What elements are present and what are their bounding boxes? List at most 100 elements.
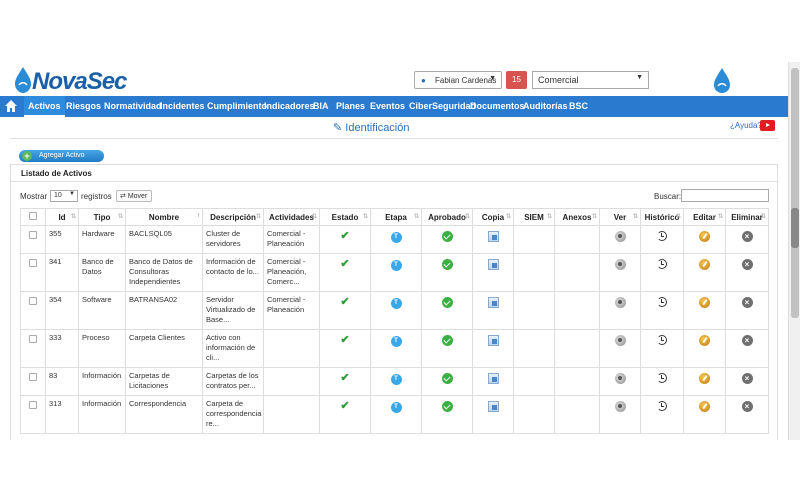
delete-icon[interactable]: × xyxy=(741,401,753,412)
history-icon[interactable] xyxy=(657,259,667,269)
check-icon: ✔ xyxy=(340,334,350,346)
etapa-icon[interactable]: T xyxy=(390,374,402,385)
header-ver[interactable]: Ver ⇅ xyxy=(599,208,641,226)
header-estado[interactable]: Estado ⇅ xyxy=(319,208,371,226)
nav-planes[interactable]: Planes xyxy=(332,96,369,117)
copy-icon[interactable] xyxy=(487,335,499,346)
sort-icon: ⇅ xyxy=(311,214,317,220)
check-icon: ✔ xyxy=(340,296,350,308)
youtube-icon[interactable] xyxy=(760,120,775,131)
chevron-down-icon: ▼ xyxy=(489,75,496,82)
view-icon[interactable] xyxy=(614,401,626,412)
header-etapa[interactable]: Etapa ⇅ xyxy=(370,208,422,226)
row-checkbox[interactable] xyxy=(29,401,37,409)
nav-eventos[interactable]: Eventos xyxy=(366,96,409,117)
company-select[interactable]: Comercial ▼ xyxy=(532,71,649,89)
table-row: 333 Proceso Carpeta Clientes Activo con inf… xyxy=(20,329,769,368)
page-scrollbar[interactable] xyxy=(788,62,800,440)
view-icon[interactable] xyxy=(614,297,626,308)
nav-riesgos[interactable]: Riesgos xyxy=(62,96,105,117)
header-nombre[interactable]: Nombre ↑ xyxy=(125,208,203,226)
cell-etapa: T xyxy=(370,329,422,368)
user-dropdown[interactable]: ● Fabian Cardenas ▼ xyxy=(414,71,502,89)
move-button[interactable]: ⇄ Mover xyxy=(116,190,152,202)
cell-siem xyxy=(513,225,555,254)
header-copia[interactable]: Copia ⇅ xyxy=(472,208,514,226)
nav-activos[interactable]: Activos xyxy=(24,96,65,117)
view-icon[interactable] xyxy=(614,231,626,242)
nav-auditorias[interactable]: Auditorías xyxy=(519,96,572,117)
delete-icon[interactable]: × xyxy=(741,259,753,270)
header-anexos[interactable]: Anexos ⇅ xyxy=(554,208,600,226)
row-checkbox[interactable] xyxy=(29,373,37,381)
header-editar[interactable]: Editar ⇅ xyxy=(683,208,726,226)
cell-descripcion: Cluster de servidores xyxy=(202,225,264,254)
scrollbar-thumb[interactable] xyxy=(791,208,799,248)
add-asset-button[interactable]: + Agregar Activo xyxy=(19,150,104,162)
history-icon[interactable] xyxy=(657,231,667,241)
edit-icon[interactable] xyxy=(699,297,710,308)
row-checkbox[interactable] xyxy=(29,231,37,239)
copy-icon[interactable] xyxy=(487,297,499,308)
cell-editar xyxy=(683,225,726,254)
cell-nombre: Correspondencia xyxy=(125,395,203,434)
etapa-icon[interactable]: T xyxy=(390,402,402,413)
history-icon[interactable] xyxy=(657,335,667,345)
edit-icon[interactable] xyxy=(699,401,710,412)
search-input[interactable] xyxy=(681,189,769,202)
header-tipo[interactable]: Tipo ⇅ xyxy=(78,208,126,226)
delete-icon[interactable]: × xyxy=(741,373,753,384)
etapa-icon[interactable]: T xyxy=(390,336,402,347)
cell-actividades xyxy=(263,367,320,396)
etapa-icon[interactable]: T xyxy=(390,232,402,243)
novasec-logo[interactable]: NovaSec xyxy=(10,66,127,96)
copy-icon[interactable] xyxy=(487,401,499,412)
view-icon[interactable] xyxy=(614,373,626,384)
etapa-icon[interactable]: T xyxy=(390,260,402,271)
cell-estado: ✔ xyxy=(319,225,371,254)
help-link[interactable]: ¿Ayuda? xyxy=(730,121,762,130)
move-icon: ⇄ xyxy=(120,193,126,200)
user-icon: ● xyxy=(421,76,426,85)
history-icon[interactable] xyxy=(657,401,667,411)
view-icon[interactable] xyxy=(614,335,626,346)
sort-icon: ⇅ xyxy=(413,214,419,220)
cell-etapa: T xyxy=(370,395,422,434)
edit-icon[interactable] xyxy=(699,259,710,270)
header-historico[interactable]: Histórico ⇅ xyxy=(640,208,684,226)
copy-icon[interactable] xyxy=(487,231,499,242)
header-select-all[interactable] xyxy=(20,208,46,226)
edit-icon[interactable] xyxy=(699,335,710,346)
select-all-checkbox[interactable] xyxy=(29,212,37,220)
home-icon[interactable] xyxy=(4,99,18,113)
copy-icon[interactable] xyxy=(487,373,499,384)
header-actividades[interactable]: Actividades ⇅ xyxy=(263,208,320,226)
row-checkbox[interactable] xyxy=(29,259,37,267)
sort-icon: ⇅ xyxy=(632,214,638,220)
row-checkbox[interactable] xyxy=(29,297,37,305)
history-icon[interactable] xyxy=(657,297,667,307)
cell-id: 354 xyxy=(45,291,79,330)
view-icon[interactable] xyxy=(614,259,626,270)
nav-bsc[interactable]: BSC xyxy=(565,96,592,117)
header-descripcion[interactable]: Descripción ⇅ xyxy=(202,208,264,226)
edit-icon[interactable] xyxy=(699,373,710,384)
delete-icon[interactable]: × xyxy=(741,231,753,242)
row-checkbox[interactable] xyxy=(29,335,37,343)
nav-incidentes[interactable]: Incidentes xyxy=(156,96,209,117)
header-id[interactable]: Id ⇅ xyxy=(45,208,79,226)
history-icon[interactable] xyxy=(657,373,667,383)
copy-icon[interactable] xyxy=(487,259,499,270)
edit-icon[interactable] xyxy=(699,231,710,242)
header-eliminar[interactable]: Eliminar ⇅ xyxy=(725,208,769,226)
nav-bia[interactable]: BIA xyxy=(309,96,333,117)
cell-tipo: Banco de Datos xyxy=(78,253,126,292)
delete-icon[interactable]: × xyxy=(741,335,753,346)
etapa-icon[interactable]: T xyxy=(390,298,402,309)
row-select-cell xyxy=(20,291,46,330)
header-aprobado[interactable]: Aprobado ⇅ xyxy=(421,208,473,226)
header-siem[interactable]: SIEM ⇅ xyxy=(513,208,555,226)
notification-badge[interactable]: 15 xyxy=(506,71,527,89)
page-size-select[interactable]: 10 ▼ xyxy=(50,190,78,202)
delete-icon[interactable]: × xyxy=(741,297,753,308)
